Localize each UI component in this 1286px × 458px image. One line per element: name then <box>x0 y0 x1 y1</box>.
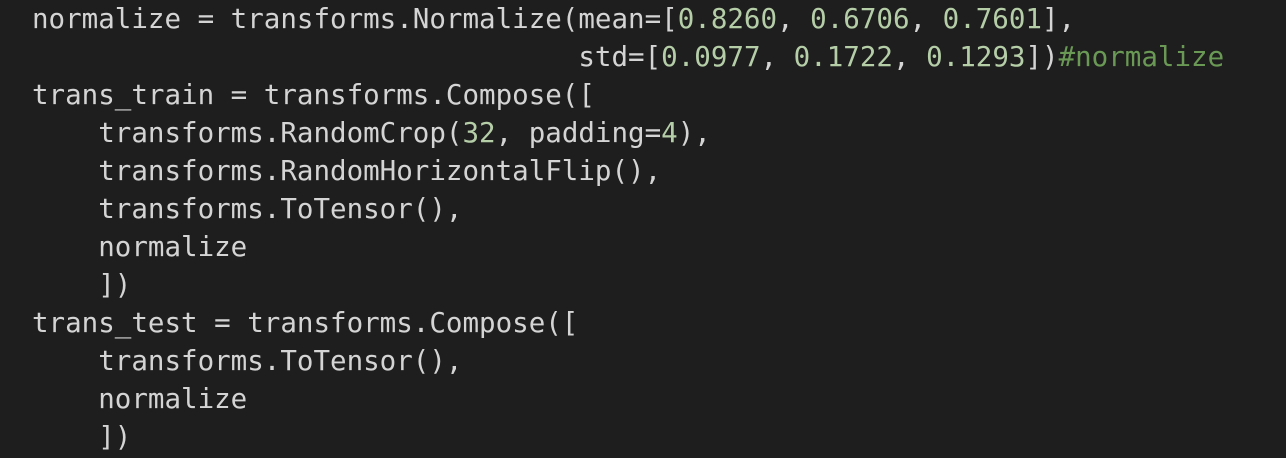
code-token: , padding= <box>495 117 662 149</box>
code-line: ]) <box>32 418 1224 456</box>
number-literal: 0.1722 <box>793 41 893 73</box>
code-token: , <box>760 41 794 73</box>
code-token: transforms.RandomCrop( <box>32 117 463 149</box>
code-token: , <box>777 3 811 35</box>
code-token: ]) <box>32 269 132 301</box>
code-token: normalize <box>32 383 248 415</box>
number-literal: 0.0977 <box>661 41 761 73</box>
code-token: trans_train = transforms.Compose([ <box>32 79 595 111</box>
number-literal: 0.8260 <box>677 3 778 35</box>
number-literal: 0.1293 <box>926 41 1026 73</box>
code-block[interactable]: normalize = transforms.Normalize(mean=[0… <box>32 0 1224 456</box>
code-token: ], <box>1041 3 1076 35</box>
number-literal: 0.6706 <box>810 3 910 35</box>
code-token: ]) <box>1025 41 1059 73</box>
code-line: normalize <box>32 228 1224 266</box>
code-token: std=[ <box>32 41 662 73</box>
code-token: transforms.ToTensor(), <box>32 193 463 225</box>
code-token: transforms.RandomHorizontalFlip(), <box>32 155 662 187</box>
code-line: normalize = transforms.Normalize(mean=[0… <box>32 0 1224 38</box>
code-token: , <box>909 3 943 35</box>
code-token: transforms.ToTensor(), <box>32 345 463 377</box>
code-line: transforms.ToTensor(), <box>32 342 1224 380</box>
code-editor[interactable]: normalize = transforms.Normalize(mean=[0… <box>0 0 1286 458</box>
code-line: trans_test = transforms.Compose([ <box>32 304 1224 342</box>
code-line: transforms.RandomHorizontalFlip(), <box>32 152 1224 190</box>
code-line: std=[0.0977, 0.1722, 0.1293])#normalize <box>32 38 1224 76</box>
code-token: ]) <box>32 421 132 453</box>
code-token: normalize <box>32 231 248 263</box>
code-line: trans_train = transforms.Compose([ <box>32 76 1224 114</box>
number-literal: 32 <box>462 117 496 149</box>
code-token: trans_test = transforms.Compose([ <box>32 307 579 339</box>
number-literal: 0.7601 <box>942 3 1042 35</box>
code-token: , <box>892 41 927 73</box>
number-literal: 4 <box>661 117 678 149</box>
code-line: ]) <box>32 266 1224 304</box>
code-token: ), <box>677 117 711 149</box>
code-line: transforms.ToTensor(), <box>32 190 1224 228</box>
code-comment: #normalize <box>1058 41 1225 73</box>
code-token: normalize = transforms.Normalize(mean=[ <box>32 3 678 35</box>
code-line: transforms.RandomCrop(32, padding=4), <box>32 114 1224 152</box>
code-line: normalize <box>32 380 1224 418</box>
